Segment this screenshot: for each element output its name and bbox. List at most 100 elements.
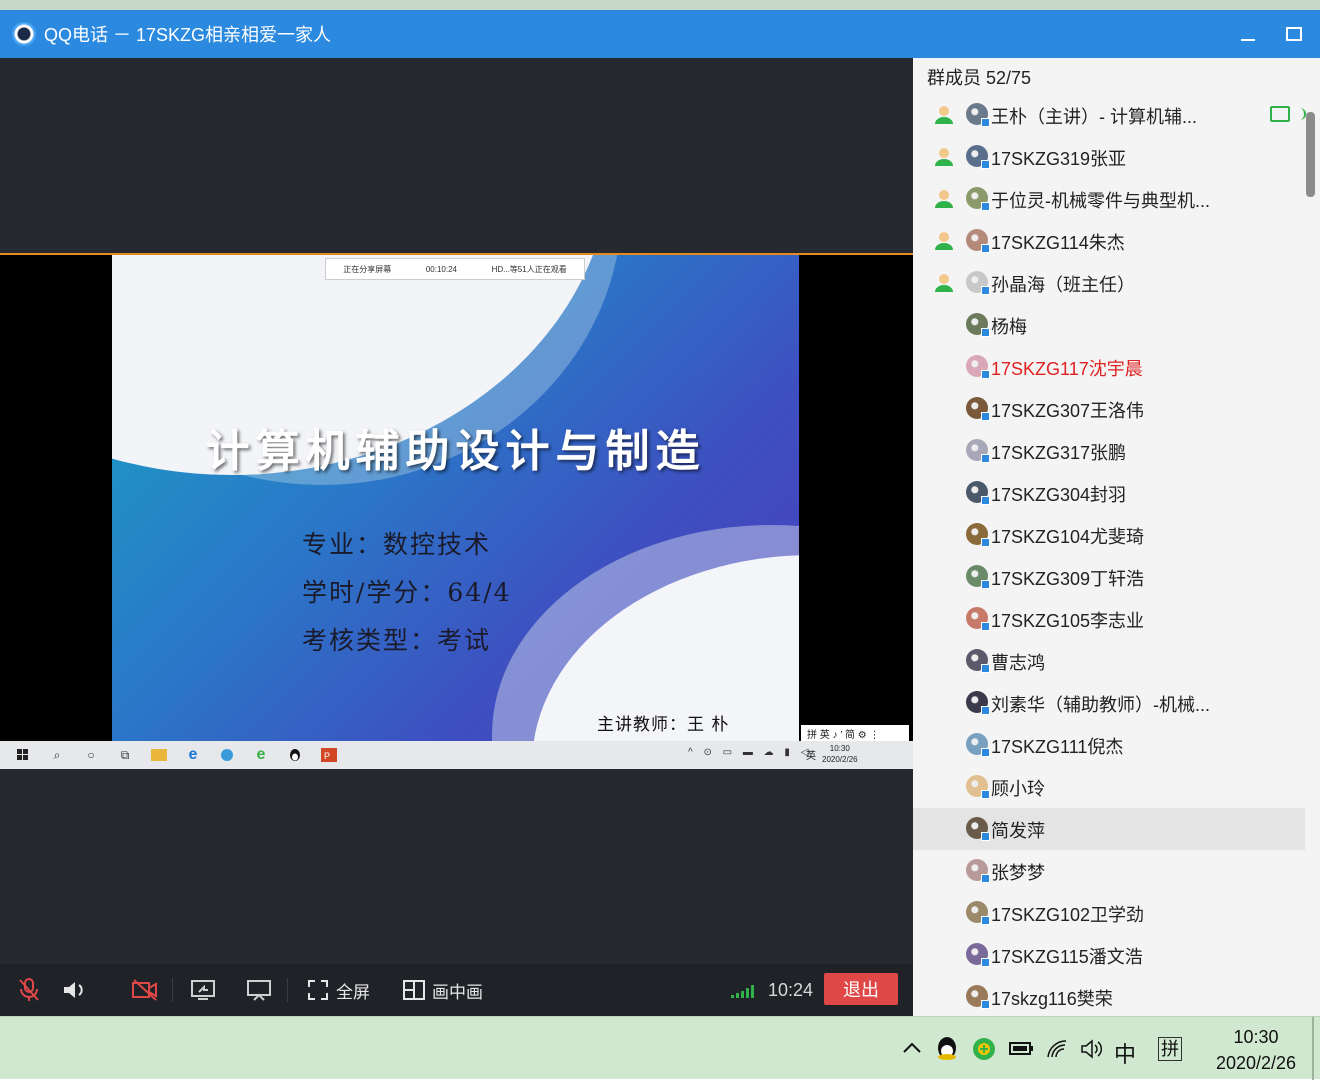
- device-badge-icon: [981, 160, 990, 169]
- member-status-icon: [935, 274, 953, 292]
- projection-icon: [247, 980, 271, 1001]
- share-screen-button[interactable]: [190, 976, 216, 1004]
- avatar: [966, 859, 990, 883]
- picture-in-picture-button[interactable]: 画中画: [403, 976, 483, 1004]
- minimize-button[interactable]: [1232, 18, 1264, 50]
- avatar: [966, 733, 990, 757]
- member-row[interactable]: 17SKZG114朱杰: [913, 220, 1305, 262]
- share-viewers: HD...等51人正在观看: [491, 264, 567, 274]
- exit-call-button[interactable]: 退出: [824, 973, 898, 1005]
- member-row[interactable]: 17SKZG105李志业: [913, 598, 1305, 640]
- member-row[interactable]: 曹志鸿: [913, 640, 1305, 682]
- projection-button[interactable]: [246, 976, 272, 1004]
- file-explorer-icon: [148, 744, 170, 766]
- device-badge-icon: [981, 748, 990, 757]
- member-status-icon: [935, 106, 953, 124]
- member-row[interactable]: 17SKZG309丁轩浩: [913, 556, 1305, 598]
- device-badge-icon: [981, 370, 990, 379]
- battery-icon[interactable]: [1008, 1039, 1034, 1062]
- fullscreen-label: 全屏: [336, 982, 370, 1002]
- show-hidden-icons-icon[interactable]: [902, 1037, 922, 1060]
- device-badge-icon: [981, 286, 990, 295]
- avatar: [966, 145, 990, 169]
- avatar: [966, 943, 990, 967]
- speaker-button[interactable]: [62, 976, 88, 1004]
- presentation-slide: 正在分享屏幕 00:10:24 HD...等51人正在观看 计算机辅助设计与制造…: [112, 255, 799, 741]
- member-row[interactable]: 于位灵-机械零件与典型机...: [913, 178, 1305, 220]
- avatar: [966, 103, 990, 127]
- maximize-button[interactable]: [1278, 18, 1310, 50]
- avatar: [966, 607, 990, 631]
- member-row[interactable]: 刘素华（辅助教师）-机械...: [913, 682, 1305, 724]
- member-name: 杨梅: [991, 317, 1027, 337]
- member-status-icon: [935, 190, 953, 208]
- fullscreen-icon: [308, 980, 328, 1000]
- window-title: QQ电话 － 17SKZG相亲相爱一家人: [44, 25, 332, 45]
- avatar: [966, 691, 990, 715]
- ie-icon: e: [256, 746, 266, 763]
- video-area: 正在分享屏幕 00:10:24 HD...等51人正在观看 计算机辅助设计与制造…: [0, 58, 913, 964]
- security-tray-icon[interactable]: [972, 1037, 996, 1067]
- ime-language-indicator[interactable]: 中: [1114, 1037, 1136, 1069]
- member-row[interactable]: 17SKZG117沈宇晨: [913, 346, 1305, 388]
- member-row[interactable]: 17SKZG104尤斐琦: [913, 514, 1305, 556]
- member-name: 17SKZG115潘文浩: [991, 947, 1143, 967]
- browser-icon: [216, 744, 238, 766]
- device-badge-icon: [981, 622, 990, 631]
- avatar: [966, 565, 990, 589]
- device-badge-icon: [981, 496, 990, 505]
- member-row[interactable]: 17SKZG319张亚: [913, 136, 1305, 178]
- powerpoint-icon: P: [318, 744, 340, 766]
- member-row[interactable]: 17SKZG102卫学劲: [913, 892, 1305, 934]
- member-row[interactable]: 17SKZG304封羽: [913, 472, 1305, 514]
- member-name: 17SKZG117沈宇晨: [991, 359, 1143, 379]
- avatar: [966, 187, 990, 211]
- member-row[interactable]: 张梦梦: [913, 850, 1305, 892]
- member-row[interactable]: 杨梅: [913, 304, 1305, 346]
- top-strip: [0, 0, 1320, 10]
- avatar: [966, 271, 990, 295]
- fullscreen-button[interactable]: 全屏: [307, 976, 370, 1004]
- member-row[interactable]: 17SKZG111倪杰: [913, 724, 1305, 766]
- member-row[interactable]: 17SKZG307王洛伟: [913, 388, 1305, 430]
- member-name: 17SKZG111倪杰: [991, 737, 1124, 757]
- share-status-bar: 正在分享屏幕 00:10:24 HD...等51人正在观看: [325, 258, 585, 280]
- show-desktop-button[interactable]: [1312, 1017, 1314, 1080]
- slide-major: 专业：数控技术: [302, 530, 492, 559]
- member-row[interactable]: 17SKZG115潘文浩: [913, 934, 1305, 976]
- device-badge-icon: [981, 538, 990, 547]
- taskbar-clock[interactable]: 10:30 2020/2/26: [1206, 1024, 1306, 1076]
- share-status-text: 正在分享屏幕: [343, 264, 392, 274]
- remote-tray-icons: ^ ⊙ ▭ ▬ ☁ ▮ ◁: [688, 747, 813, 758]
- volume-icon[interactable]: [1080, 1039, 1104, 1065]
- remote-taskbar: ⌕ ○ ⧉ e e P ^ ⊙ ▭ ▬ ☁ ▮ ◁ 英 10:30 2020/2…: [0, 741, 913, 769]
- member-row[interactable]: 17SKZG317张鹏: [913, 430, 1305, 472]
- share-screen-icon: [191, 980, 215, 1000]
- member-row[interactable]: 17skzg116樊荣: [913, 976, 1305, 1016]
- member-row[interactable]: 孙晶海（班主任）: [913, 262, 1305, 304]
- member-row[interactable]: 王朴（主讲）- 计算机辅...: [913, 94, 1305, 136]
- qq-tray-icon[interactable]: [934, 1035, 960, 1067]
- camera-off-button[interactable]: [131, 976, 159, 1004]
- pip-label: 画中画: [432, 982, 483, 1002]
- device-badge-icon: [981, 790, 990, 799]
- avatar: [966, 775, 990, 799]
- device-badge-icon: [981, 328, 990, 337]
- remote-time: 10:30: [829, 744, 850, 753]
- member-name: 顾小玲: [991, 779, 1045, 799]
- wifi-icon[interactable]: [1046, 1039, 1070, 1065]
- taskbar-time: 10:30: [1233, 1027, 1279, 1047]
- pip-icon: [403, 980, 425, 1000]
- svg-text:P: P: [324, 751, 330, 761]
- device-badge-icon: [981, 1000, 990, 1009]
- member-name: 17SKZG317张鹏: [991, 443, 1127, 463]
- member-panel: 群成员 52/75 王朴（主讲）- 计算机辅... 17SKZG319张亚 于位灵-…: [913, 58, 1320, 1016]
- ime-mode-indicator[interactable]: 拼: [1158, 1037, 1182, 1061]
- member-row[interactable]: 顾小玲: [913, 766, 1305, 808]
- member-row[interactable]: 简发萍: [913, 808, 1305, 850]
- member-name: 17skzg116樊荣: [991, 989, 1113, 1009]
- signal-strength-icon: [731, 984, 754, 998]
- member-name: 17SKZG102卫学劲: [991, 905, 1145, 925]
- member-list-scrollbar[interactable]: [1306, 112, 1315, 197]
- mic-muted-button[interactable]: [17, 976, 41, 1004]
